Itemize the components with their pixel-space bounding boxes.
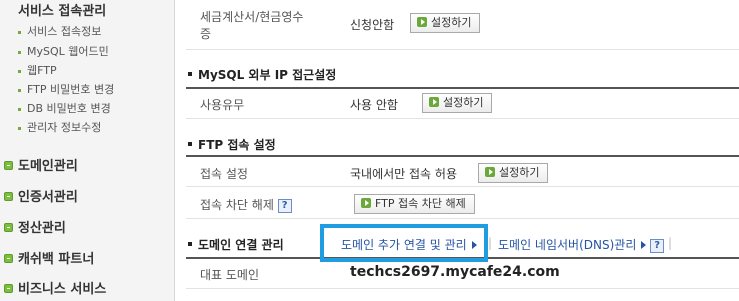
ftp-unblock-label: 접속 차단 해제 ? [200,196,292,213]
mysql-usage-row: 사용유무 사용 안함 설정하기 [186,89,739,119]
menu-box-icon [4,192,13,201]
sidebar-item-mysql-webadmin[interactable]: MySQL 웹어드민 [18,43,109,59]
main-content: 세금계산서/현금영수 증 신청안함 설정하기 MySQL 외부 IP 접근설정 사… [176,0,739,301]
tax-invoice-setting-button[interactable]: 설정하기 [410,13,481,33]
ftp-access-label: 접속 설정 [200,167,248,181]
sidebar-item-business[interactable]: 비즈니스 서비스 [4,278,106,297]
primary-domain-value: techcs2697.mycafe24.com [350,264,560,280]
link-separator: | [488,236,493,250]
primary-domain-label: 대표 도메인 [200,268,260,282]
help-icon[interactable]: ? [277,198,292,213]
sidebar: 서비스 접속관리 서비스 접속정보 MySQL 웹어드민 웹FTP FTP 비밀… [0,0,175,301]
sidebar-item-billing[interactable]: 정산관리 [4,217,66,236]
ftp-section-title: FTP 접속 설정 [188,136,276,153]
tax-invoice-label: 세금계산서/현금영수 증 [200,10,304,41]
sidebar-item-service-info[interactable]: 서비스 접속정보 [18,23,101,39]
sidebar-section-title: 서비스 접속관리 [18,4,107,19]
arrow-right-icon [417,17,427,27]
bullet-icon [18,69,21,73]
bullet-icon [188,241,192,246]
sidebar-item-db-password[interactable]: DB 비밀번호 변경 [18,100,111,116]
sidebar-item-cashback[interactable]: 캐쉬백 파트너 [4,248,94,267]
help-icon[interactable]: ? [650,238,665,253]
tax-invoice-value: 신청안함 [350,18,395,32]
domain-dns-link[interactable]: 도메인 네임서버(DNS)관리 ? [498,236,665,253]
mysql-usage-value: 사용 안함 [350,98,398,112]
tax-invoice-row: 세금계산서/현금영수 증 신청안함 설정하기 [186,0,739,50]
bullet-icon [18,107,21,111]
arrow-right-icon [429,97,439,107]
sidebar-item-domain[interactable]: 도메인관리 [4,155,78,174]
menu-box-icon [4,284,13,293]
sidebar-item-admin-info[interactable]: 관리자 정보수정 [18,119,101,135]
ftp-access-row: 접속 설정 국내에서만 접속 허용 설정하기 [186,157,739,187]
arrow-right-icon [485,167,495,177]
bullet-icon [18,126,21,130]
highlight-box [320,224,488,262]
mysql-section-title: MySQL 외부 IP 접근설정 [188,66,336,83]
ftp-unblock-row: 접속 차단 해제 ? FTP 접속 차단 해제 [186,188,739,219]
sidebar-item-webftp[interactable]: 웹FTP [18,62,57,78]
mysql-usage-label: 사용유무 [200,98,245,112]
ftp-access-value: 국내에서만 접속 허용 [350,167,457,181]
bullet-icon [188,71,192,76]
mysql-setting-button[interactable]: 설정하기 [422,93,493,113]
arrow-right-icon [361,198,371,208]
link-separator: | [668,236,673,250]
menu-box-icon [4,161,13,170]
sidebar-item-ftp-password[interactable]: FTP 비밀번호 변경 [18,81,114,97]
ftp-unblock-button[interactable]: FTP 접속 차단 해제 [354,194,475,214]
bullet-icon [18,50,21,54]
primary-domain-row: 대표 도메인 techcs2697.mycafe24.com [186,259,739,289]
bullet-icon [18,88,21,92]
bullet-icon [188,141,192,146]
menu-box-icon [4,254,13,263]
ftp-setting-button[interactable]: 설정하기 [478,163,549,183]
triangle-right-icon [641,240,647,249]
bullet-icon [18,30,21,34]
sidebar-item-certificate[interactable]: 인증서관리 [4,186,78,205]
domain-section-title: 도메인 연결 관리 [188,236,284,253]
menu-box-icon [4,223,13,232]
